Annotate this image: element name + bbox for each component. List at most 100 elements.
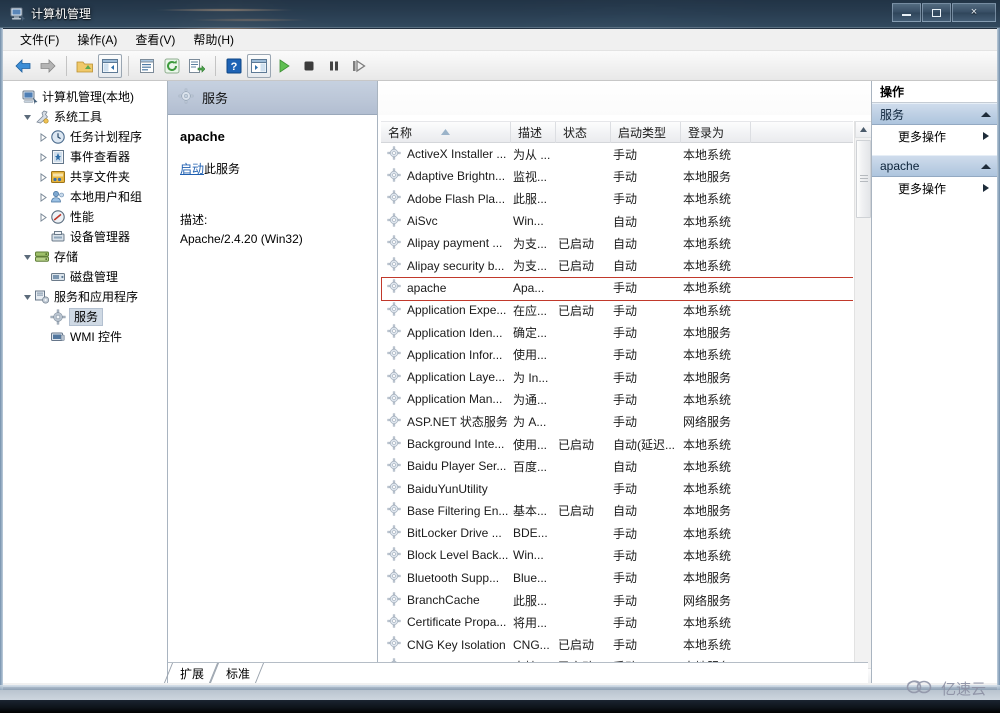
tree-node-services[interactable]: 服务	[7, 307, 167, 327]
tree-node-event-viewer[interactable]: 事件查看器	[7, 147, 167, 167]
actions-group-services[interactable]: 服务	[872, 103, 997, 125]
tree-node-label: 磁盘管理	[70, 270, 119, 284]
show-action-pane-button[interactable]	[247, 53, 271, 78]
gear-icon	[387, 569, 401, 586]
expand-arrow-icon[interactable]	[21, 111, 34, 124]
stop-service-button[interactable]	[297, 54, 321, 78]
export-list-button[interactable]	[185, 54, 209, 78]
collapse-arrow-icon[interactable]	[37, 151, 50, 164]
actions-group-apache[interactable]: apache	[872, 155, 997, 177]
tree-node-performance[interactable]: 性能	[7, 207, 167, 227]
up-folder-button[interactable]	[73, 54, 97, 78]
collapse-arrow-icon[interactable]	[37, 211, 50, 224]
menu-action[interactable]: 操作(A)	[68, 30, 126, 50]
collapse-arrow-icon[interactable]	[37, 131, 50, 144]
tree-node-disk-management[interactable]: 磁盘管理	[7, 267, 167, 287]
services-row-container[interactable]: ActiveX Installer ... 为从 ... 手动 本地系统 Adaptiv…	[381, 143, 853, 685]
tree-node-storage[interactable]: 存储	[7, 247, 167, 267]
action-more-actions-apache[interactable]: 更多操作	[872, 177, 997, 199]
refresh-button[interactable]	[160, 54, 184, 78]
table-row[interactable]: Application Man... 为通... 手动 本地系统	[381, 388, 853, 410]
tree-node-task-scheduler[interactable]: 任务计划程序	[7, 127, 167, 147]
table-row[interactable]: Application Laye... 为 In... 手动 本地服务	[381, 366, 853, 388]
tree-node-device-manager[interactable]: 设备管理器	[7, 227, 167, 247]
table-row[interactable]: Background Inte... 使用... 已启动 自动(延迟... 本地系统	[381, 433, 853, 455]
cell-log-on-as: 本地服务	[683, 500, 753, 522]
table-row[interactable]: Adobe Flash Pla... 此服... 手动 本地系统	[381, 188, 853, 210]
cell-status	[558, 388, 613, 410]
cell-startup-type: 手动	[613, 589, 691, 611]
table-row[interactable]: Bluetooth Supp... Blue... 手动 本地服务	[381, 567, 853, 589]
actions-pane: 操作 服务 更多操作 apache 更多操作	[872, 81, 997, 685]
table-row[interactable]: ActiveX Installer ... 为从 ... 手动 本地系统	[381, 143, 853, 165]
start-service-button[interactable]	[272, 54, 296, 78]
tree-node-system-tools[interactable]: 系统工具	[7, 107, 167, 127]
tree-node-label: 性能	[70, 210, 95, 224]
table-row[interactable]: BranchCache 此服... 手动 网络服务	[381, 589, 853, 611]
cell-service-name-text: Adobe Flash Pla...	[407, 191, 506, 206]
tree-node-wmi-control[interactable]: WMI 控件	[7, 327, 167, 347]
table-row[interactable]: BaiduYunUtility 手动 本地系统	[381, 477, 853, 499]
table-row[interactable]: Application Expe... 在应... 已启动 手动 本地系统	[381, 299, 853, 321]
collapse-arrow-icon[interactable]	[37, 191, 50, 204]
taskbar[interactable]	[0, 700, 1000, 713]
tree-node-local-users-groups[interactable]: 本地用户和组	[7, 187, 167, 207]
table-row[interactable]: Certificate Propa... 将用... 手动 本地系统	[381, 611, 853, 633]
column-startup-type[interactable]: 启动类型	[611, 122, 681, 143]
cell-status-text: 已启动	[558, 303, 595, 318]
tree-node-services-and-applications[interactable]: 服务和应用程序	[7, 287, 167, 307]
cell-service-name: AiSvc	[381, 210, 511, 232]
table-row[interactable]: Adaptive Brightn... 监视... 手动 本地服务	[381, 165, 853, 187]
cell-startup-type-text: 自动	[613, 259, 638, 274]
help-button[interactable]: ?	[222, 54, 246, 78]
forward-button[interactable]	[36, 54, 60, 78]
column-log-on-as[interactable]: 登录为	[681, 122, 751, 143]
console-tree-pane: 计算机管理(本地) 系统工具 任务计划程序 事件查看器 共享文件夹 本地用户和组…	[3, 81, 168, 685]
table-row[interactable]: Base Filtering En... 基本... 已启动 自动 本地服务	[381, 500, 853, 522]
table-row[interactable]: ASP.NET 状态服务为 A... 手动 网络服务	[381, 411, 853, 433]
table-row[interactable]: CNG Key Isolation CNG... 已启动 手动 本地系统	[381, 634, 853, 656]
tree-node-computer-management[interactable]: 计算机管理(本地)	[7, 87, 167, 107]
column-status[interactable]: 状态	[556, 122, 611, 143]
tab-standard[interactable]: 标准	[209, 663, 265, 683]
expand-arrow-icon[interactable]	[21, 251, 34, 264]
tree-node-shared-folders[interactable]: 共享文件夹	[7, 167, 167, 187]
menu-help[interactable]: 帮助(H)	[184, 30, 243, 50]
restart-service-button[interactable]	[347, 54, 371, 78]
list-vertical-scrollbar[interactable]	[854, 121, 871, 685]
caret-up-icon[interactable]	[981, 111, 991, 117]
table-row[interactable]: Application Iden... 确定... 手动 本地服务	[381, 321, 853, 343]
clock-icon	[50, 129, 66, 145]
table-row[interactable]: Baidu Player Ser... 百度... 自动 本地系统	[381, 455, 853, 477]
column-description[interactable]: 描述	[511, 122, 556, 143]
scrollbar-thumb[interactable]	[856, 140, 871, 218]
close-button[interactable]: ×	[952, 3, 996, 22]
menu-file[interactable]: 文件(F)	[11, 30, 68, 50]
table-row[interactable]: apache Apa... 手动 本地系统	[381, 276, 853, 302]
scroll-up-arrow-icon[interactable]	[855, 121, 871, 138]
properties-button[interactable]	[135, 54, 159, 78]
minimize-button[interactable]	[892, 3, 921, 22]
caret-up-icon[interactable]	[981, 163, 991, 169]
maximize-button[interactable]	[922, 3, 951, 22]
cell-log-on-as: 本地系统	[683, 388, 753, 410]
expand-arrow-icon[interactable]	[21, 291, 34, 304]
cell-service-name: Bluetooth Supp...	[381, 567, 511, 589]
tab-extended[interactable]: 扩展	[163, 663, 219, 683]
pause-service-button[interactable]	[322, 54, 346, 78]
start-service-link[interactable]: 启动	[180, 162, 204, 176]
cell-log-on-as: 网络服务	[683, 411, 753, 433]
collapse-arrow-icon[interactable]	[37, 171, 50, 184]
action-more-actions-services[interactable]: 更多操作	[872, 125, 997, 147]
table-row[interactable]: Application Infor... 使用... 手动 本地系统	[381, 344, 853, 366]
table-row[interactable]: Block Level Back... Win... 手动 本地系统	[381, 544, 853, 566]
table-row[interactable]: BitLocker Drive ... BDE... 手动 本地系统	[381, 522, 853, 544]
menu-view[interactable]: 查看(V)	[126, 30, 184, 50]
cell-startup-type: 自动	[613, 500, 691, 522]
table-row[interactable]: Alipay security b... 为支... 已启动 自动 本地系统	[381, 254, 853, 276]
show-hide-console-tree-button[interactable]	[98, 53, 122, 78]
back-button[interactable]	[11, 54, 35, 78]
table-row[interactable]: AiSvc Win... 自动 本地系统	[381, 210, 853, 232]
title-bar[interactable]: 计算机管理 ×	[0, 0, 1000, 28]
table-row[interactable]: Alipay payment ... 为支... 已启动 自动 本地系统	[381, 232, 853, 254]
